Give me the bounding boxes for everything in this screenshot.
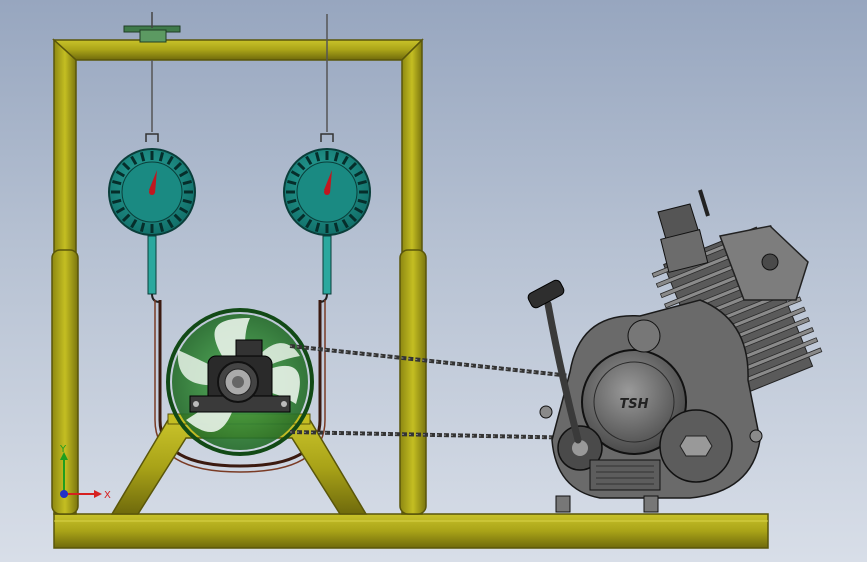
engine-assembly: TSH xyxy=(527,189,823,513)
z-axis-dot xyxy=(60,490,68,498)
upper-drive-chain xyxy=(289,344,591,380)
starter-motor xyxy=(627,319,661,353)
y-axis-label: Y xyxy=(59,444,67,455)
right-spring-scale xyxy=(283,133,371,303)
cad-viewport[interactable]: TSH Y X xyxy=(0,0,867,562)
base-rail xyxy=(53,513,769,549)
left-spring-scale xyxy=(108,133,196,303)
engine-brand-logo: TSH xyxy=(619,397,648,412)
engine-mount-right xyxy=(643,495,659,513)
kick-starter-lever xyxy=(527,279,582,444)
oil-sump xyxy=(589,459,661,491)
carburettor xyxy=(657,189,710,273)
engine-mount-left xyxy=(555,495,571,513)
x-axis-label: X xyxy=(104,490,111,501)
top-sprocket xyxy=(123,12,181,43)
assembly-drawing: TSH Y X xyxy=(51,12,823,549)
